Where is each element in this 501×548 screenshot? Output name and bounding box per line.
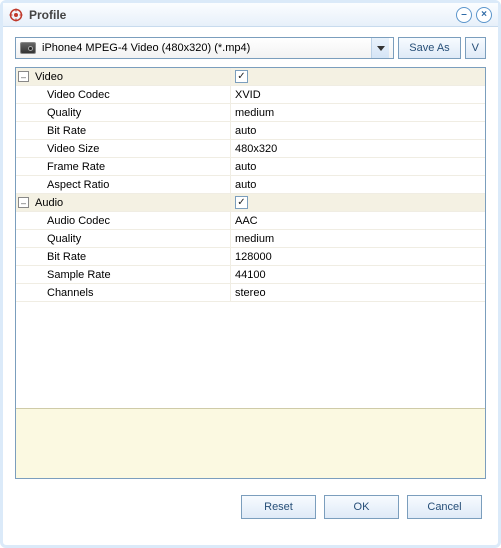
prop-key: Audio Codec bbox=[33, 215, 230, 227]
ok-button[interactable]: OK bbox=[324, 495, 399, 519]
video-enabled-cell[interactable] bbox=[230, 68, 485, 85]
table-row[interactable]: Bit Rate128000 bbox=[16, 248, 485, 266]
prop-key: Quality bbox=[33, 107, 230, 119]
prop-key: Aspect Ratio bbox=[33, 179, 230, 191]
table-row[interactable]: Qualitymedium bbox=[16, 230, 485, 248]
prop-key: Channels bbox=[33, 287, 230, 299]
checkbox-checked-icon[interactable] bbox=[235, 196, 248, 209]
prop-value[interactable]: auto bbox=[230, 158, 485, 175]
table-row[interactable]: Sample Rate44100 bbox=[16, 266, 485, 284]
reset-button[interactable]: Reset bbox=[241, 495, 316, 519]
titlebar: Profile – × bbox=[3, 3, 498, 27]
minimize-button[interactable]: – bbox=[456, 7, 472, 23]
app-icon bbox=[9, 8, 23, 22]
table-row[interactable]: Video CodecXVID bbox=[16, 86, 485, 104]
prop-key: Bit Rate bbox=[33, 125, 230, 137]
table-row[interactable]: Audio CodecAAC bbox=[16, 212, 485, 230]
table-row[interactable]: Frame Rateauto bbox=[16, 158, 485, 176]
profile-dropdown[interactable]: iPhone4 MPEG-4 Video (480x320) (*.mp4) bbox=[15, 37, 394, 59]
table-row[interactable]: Video Size480x320 bbox=[16, 140, 485, 158]
checkbox-checked-icon[interactable] bbox=[235, 70, 248, 83]
prop-value[interactable]: stereo bbox=[230, 284, 485, 301]
prop-key: Video Size bbox=[33, 143, 230, 155]
prop-key: Bit Rate bbox=[33, 251, 230, 263]
collapse-icon[interactable]: – bbox=[18, 71, 29, 82]
prop-key: Frame Rate bbox=[33, 161, 230, 173]
prop-value[interactable]: XVID bbox=[230, 86, 485, 103]
prop-value[interactable]: auto bbox=[230, 122, 485, 139]
video-group-label: Video bbox=[33, 71, 230, 83]
cancel-button[interactable]: Cancel bbox=[407, 495, 482, 519]
profile-selected-label: iPhone4 MPEG-4 Video (480x320) (*.mp4) bbox=[42, 42, 371, 54]
properties-grid[interactable]: – Video Video CodecXVID Qualitymedium Bi… bbox=[16, 68, 485, 408]
prop-value[interactable]: 480x320 bbox=[230, 140, 485, 157]
prop-value[interactable]: medium bbox=[230, 104, 485, 121]
prop-value[interactable]: AAC bbox=[230, 212, 485, 229]
dialog-footer: Reset OK Cancel bbox=[3, 485, 498, 529]
video-group-header[interactable]: – Video bbox=[16, 68, 485, 86]
prop-key: Sample Rate bbox=[33, 269, 230, 281]
window-title: Profile bbox=[29, 8, 452, 22]
prop-value[interactable]: 44100 bbox=[230, 266, 485, 283]
prop-value[interactable]: auto bbox=[230, 176, 485, 193]
audio-group-header[interactable]: – Audio bbox=[16, 194, 485, 212]
table-row[interactable]: Qualitymedium bbox=[16, 104, 485, 122]
close-button[interactable]: × bbox=[476, 7, 492, 23]
prop-value[interactable]: medium bbox=[230, 230, 485, 247]
prop-key: Video Codec bbox=[33, 89, 230, 101]
description-panel bbox=[16, 408, 485, 478]
audio-enabled-cell[interactable] bbox=[230, 194, 485, 211]
toolbar: iPhone4 MPEG-4 Video (480x320) (*.mp4) S… bbox=[3, 27, 498, 67]
v-button[interactable]: V bbox=[465, 37, 486, 59]
table-row[interactable]: Channelsstereo bbox=[16, 284, 485, 302]
properties-panel: – Video Video CodecXVID Qualitymedium Bi… bbox=[15, 67, 486, 479]
table-row[interactable]: Bit Rateauto bbox=[16, 122, 485, 140]
prop-key: Quality bbox=[33, 233, 230, 245]
chevron-down-icon bbox=[371, 38, 389, 58]
audio-group-label: Audio bbox=[33, 197, 230, 209]
collapse-icon[interactable]: – bbox=[18, 197, 29, 208]
prop-value[interactable]: 128000 bbox=[230, 248, 485, 265]
table-row[interactable]: Aspect Ratioauto bbox=[16, 176, 485, 194]
save-as-button[interactable]: Save As bbox=[398, 37, 460, 59]
device-icon bbox=[20, 42, 36, 54]
